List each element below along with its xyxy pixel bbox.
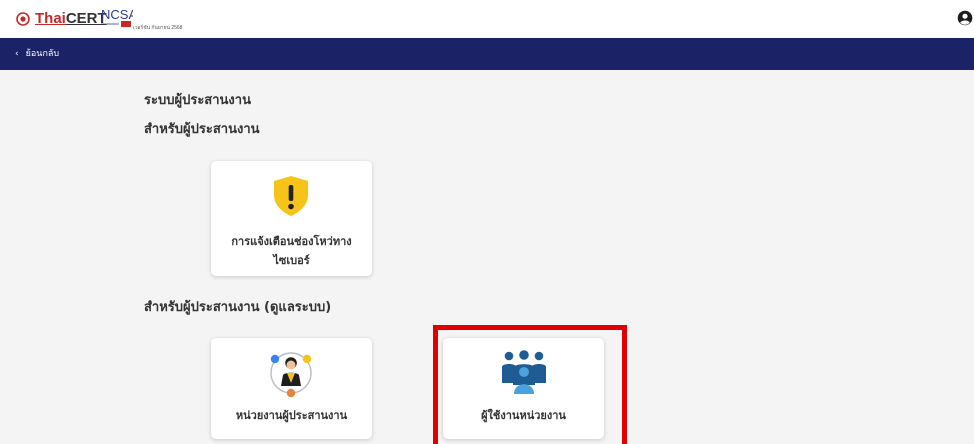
page-title: ระบบผู้ประสานงาน xyxy=(144,93,251,108)
section-title-admin: สำหรับผู้ประสานงาน (ดูแลระบบ) xyxy=(144,300,332,315)
nav-bar: ‹ ย้อนกลับ xyxy=(0,38,974,70)
ncsa-logo: NCSA xyxy=(101,7,133,27)
thaicert-logo-thai: Thai xyxy=(35,10,66,27)
card-cyber-alert[interactable]: การแจ้งเตือนช่องโหว่ทางไซเบอร์ xyxy=(211,161,372,276)
card-cyber-alert-label: การแจ้งเตือนช่องโหว่ทางไซเบอร์ xyxy=(231,235,352,267)
thaicert-logo[interactable]: Thai CERT xyxy=(16,10,107,27)
top-bar: Thai CERT NCSA เวอร์ชัน กันยายน 2568 xyxy=(0,0,974,38)
card-agency-coordinator-label: หน่วยงานผู้ประสานงาน xyxy=(235,409,348,422)
ncsa-logo-text: NCSA xyxy=(101,7,133,22)
ncsa-subtitle: เวอร์ชัน กันยายน 2568 xyxy=(133,25,183,31)
thaicert-logo-icon xyxy=(16,11,30,26)
warning-shield-icon xyxy=(274,176,308,216)
highlight-box xyxy=(433,325,627,444)
back-button-label: ย้อนกลับ xyxy=(25,49,60,59)
user-circle-icon[interactable] xyxy=(957,10,973,26)
coordinator-person-icon xyxy=(270,352,312,398)
chevron-left-icon: ‹ xyxy=(15,49,19,59)
section-title-coordinator: สำหรับผู้ประสานงาน xyxy=(144,122,260,137)
card-agency-coordinator[interactable]: หน่วยงานผู้ประสานงาน xyxy=(211,338,372,439)
back-button[interactable]: ‹ ย้อนกลับ xyxy=(15,38,59,70)
